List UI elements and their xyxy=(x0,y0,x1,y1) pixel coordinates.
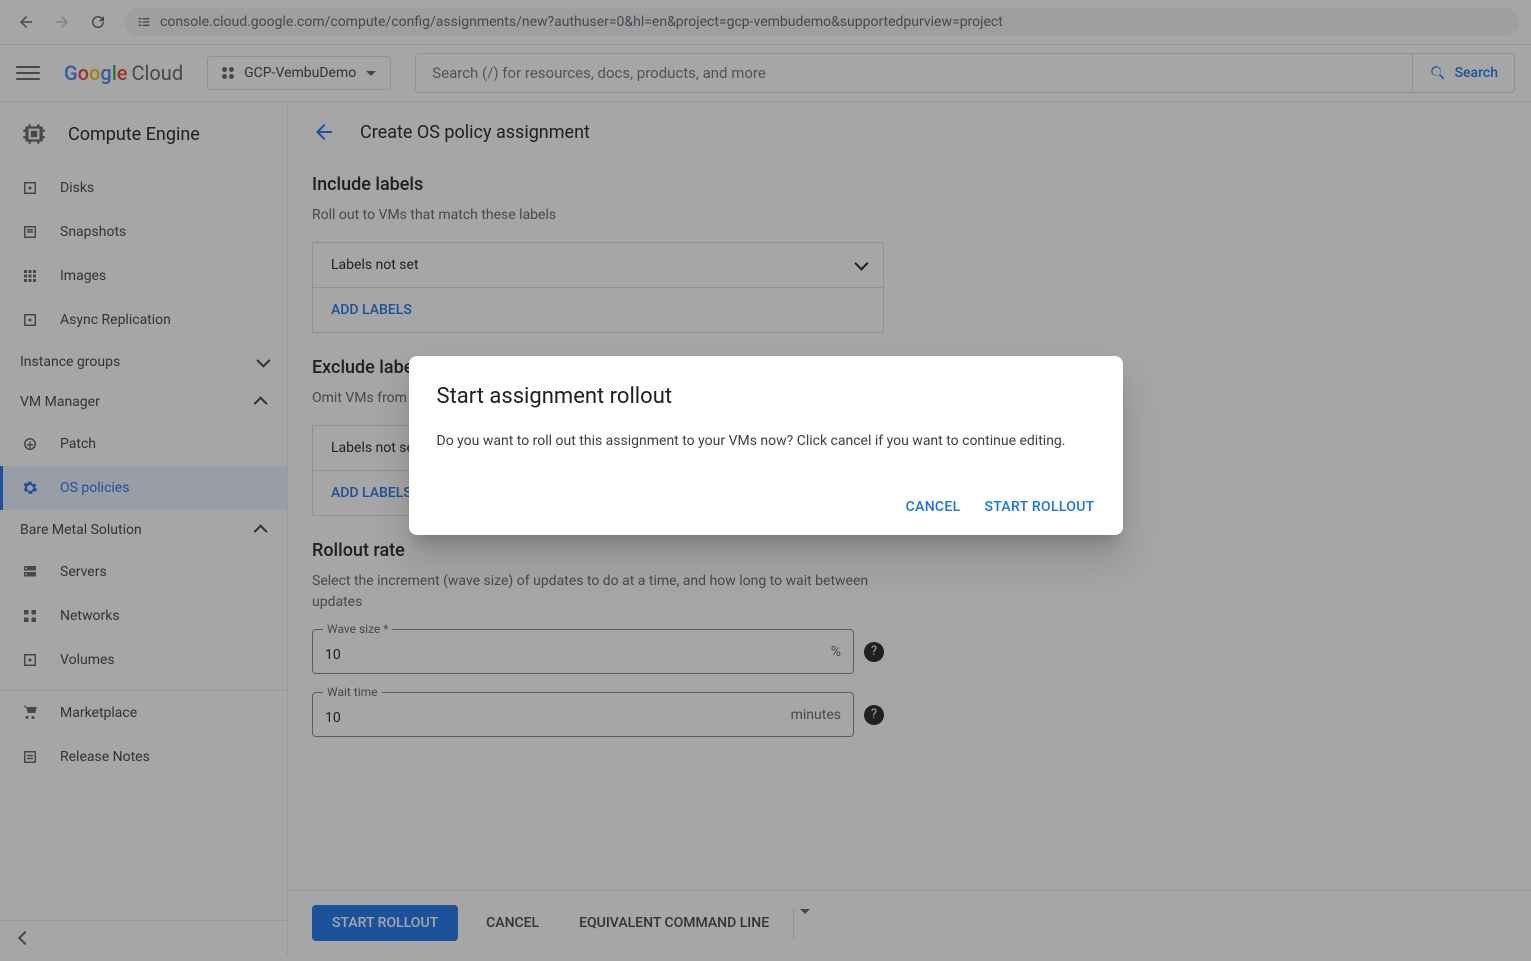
dialog-confirm-button[interactable]: START ROLLOUT xyxy=(984,499,1094,515)
dialog-title: Start assignment rollout xyxy=(437,384,1095,409)
dialog-body: Do you want to roll out this assignment … xyxy=(437,433,1095,449)
dialog-cancel-button[interactable]: CANCEL xyxy=(906,499,961,515)
modal-overlay[interactable]: Start assignment rollout Do you want to … xyxy=(0,0,1531,961)
rollout-dialog: Start assignment rollout Do you want to … xyxy=(409,356,1123,535)
